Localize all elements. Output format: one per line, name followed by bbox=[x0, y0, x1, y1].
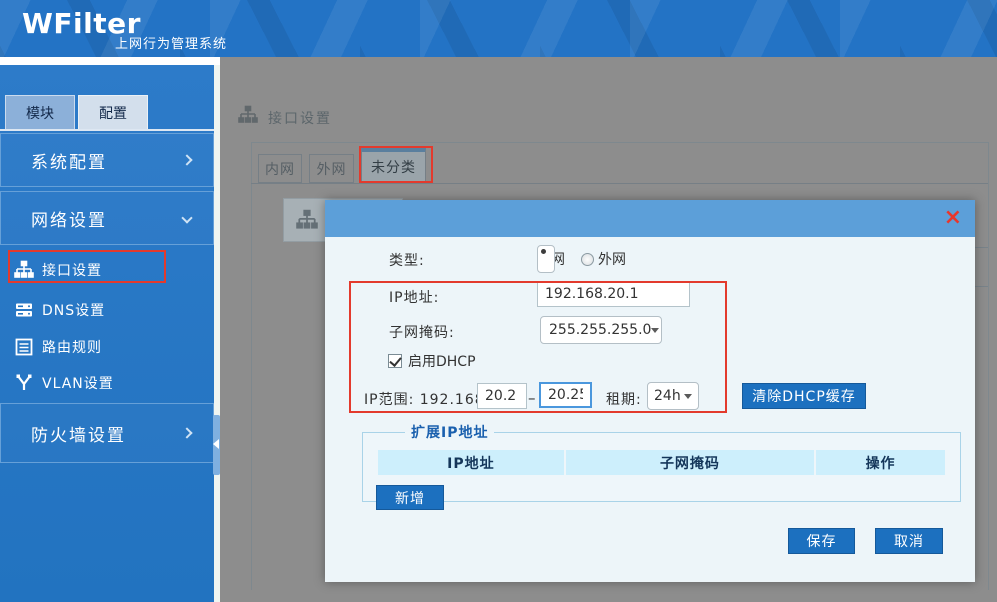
cancel-button[interactable]: 取消 bbox=[875, 528, 943, 554]
tab-lan[interactable]: 内网 bbox=[258, 154, 302, 183]
panel-border bbox=[988, 142, 989, 590]
interface-edit-dialog: × 类型: 内网 外网 IP地址: 子网掩码: 255.255.255.0 bbox=[325, 200, 975, 582]
enable-dhcp-checkbox[interactable]: 启用DHCP bbox=[388, 351, 476, 371]
sidebar-item-label: DNS设置 bbox=[42, 300, 105, 320]
sidebar-section-label: 系统配置 bbox=[31, 148, 107, 173]
sidebar-item-interface-settings[interactable]: 接口设置 bbox=[0, 253, 214, 286]
sidebar-item-label: 路由规则 bbox=[42, 337, 102, 357]
sidebar-item-routing-rules[interactable]: 路由规则 bbox=[0, 330, 214, 363]
ip-range-label: IP范围: 192.168. bbox=[364, 389, 490, 409]
tab-wan[interactable]: 外网 bbox=[309, 154, 354, 183]
radio-option-lan[interactable]: 内网 bbox=[537, 249, 565, 269]
ip-range-to-input[interactable] bbox=[539, 382, 592, 408]
sidebar-section-system[interactable]: 系统配置 bbox=[0, 133, 214, 187]
server-icon bbox=[14, 300, 34, 320]
sidebar: 模块 配置 系统配置 网络设置 接口设置 bbox=[0, 57, 220, 602]
type-label: 类型: bbox=[389, 250, 425, 270]
tab-unclassified[interactable]: 未分类 bbox=[361, 148, 426, 183]
panel-border bbox=[251, 142, 988, 143]
radio-label: 外网 bbox=[598, 249, 626, 269]
sidebar-tab-modules[interactable]: 模块 bbox=[5, 95, 75, 129]
column-ip: IP地址 bbox=[377, 449, 565, 476]
save-button[interactable]: 保存 bbox=[788, 528, 855, 554]
close-icon[interactable]: × bbox=[944, 204, 962, 232]
sidebar-section-network[interactable]: 网络设置 bbox=[0, 191, 214, 245]
mask-label: 子网掩码: bbox=[389, 322, 455, 342]
lease-label: 租期: bbox=[606, 389, 642, 409]
breadcrumb: 接口设置 bbox=[268, 108, 332, 128]
chevron-down-icon bbox=[181, 212, 192, 223]
lease-select[interactable]: 24h bbox=[647, 382, 699, 410]
ip-range-from-input[interactable] bbox=[477, 383, 527, 409]
radio-unselected-icon bbox=[581, 253, 594, 266]
sidebar-section-label: 防火墙设置 bbox=[31, 421, 126, 446]
radio-option-wan[interactable]: 外网 bbox=[581, 249, 626, 269]
extended-ip-legend: 扩展IP地址 bbox=[405, 422, 494, 442]
ip-label: IP地址: bbox=[389, 287, 439, 307]
column-actions: 操作 bbox=[815, 449, 946, 476]
sidebar-item-label: 接口设置 bbox=[42, 260, 102, 280]
chevron-right-icon bbox=[181, 154, 192, 165]
network-tree-icon bbox=[238, 105, 258, 125]
panel-border bbox=[251, 142, 252, 590]
subnet-mask-value: 255.255.255.0 bbox=[549, 322, 651, 338]
subnet-mask-select[interactable]: 255.255.255.0 bbox=[540, 316, 662, 344]
network-tree-icon bbox=[14, 260, 34, 280]
sidebar-tab-divider bbox=[0, 129, 214, 131]
clear-dhcp-cache-button[interactable]: 清除DHCP缓存 bbox=[742, 383, 866, 409]
ip-address-input[interactable] bbox=[537, 281, 690, 307]
sidebar-section-label: 网络设置 bbox=[31, 206, 107, 231]
type-radio-group: 内网 外网 bbox=[537, 249, 626, 269]
extended-ip-table: IP地址 子网掩码 操作 bbox=[376, 448, 947, 477]
sidebar-section-firewall[interactable]: 防火墙设置 bbox=[0, 403, 214, 463]
app-root: WFilter 上网行为管理系统 模块 配置 系统配置 网络设置 bbox=[0, 0, 997, 602]
dialog-body: 类型: 内网 外网 IP地址: 子网掩码: 255.255.255.0 bbox=[325, 237, 975, 582]
radio-selected-icon bbox=[537, 245, 555, 273]
network-tree-icon bbox=[296, 209, 318, 231]
add-button[interactable]: 新增 bbox=[376, 485, 444, 510]
list-icon bbox=[14, 337, 34, 357]
range-separator: – bbox=[528, 389, 536, 407]
dialog-header: × bbox=[325, 200, 975, 237]
caret-down-icon bbox=[651, 328, 659, 333]
sidebar-tab-strip: 模块 配置 bbox=[5, 95, 148, 129]
extended-ip-fieldset: 扩展IP地址 IP地址 子网掩码 操作 新增 bbox=[362, 422, 961, 502]
sidebar-collapse-handle[interactable] bbox=[213, 415, 220, 475]
brand-subtitle: 上网行为管理系统 bbox=[115, 33, 227, 52]
caret-down-icon bbox=[684, 394, 692, 399]
vlan-branch-icon bbox=[14, 373, 34, 393]
sidebar-tab-config[interactable]: 配置 bbox=[78, 95, 148, 129]
lease-value: 24h bbox=[654, 388, 681, 404]
table-header-row: IP地址 子网掩码 操作 bbox=[377, 449, 946, 476]
checkbox-checked-icon bbox=[388, 354, 402, 368]
tab-baseline bbox=[251, 183, 988, 184]
column-mask: 子网掩码 bbox=[565, 449, 815, 476]
sidebar-item-label: VLAN设置 bbox=[42, 373, 114, 393]
app-header: WFilter 上网行为管理系统 bbox=[0, 0, 997, 57]
sidebar-item-dns-settings[interactable]: DNS设置 bbox=[0, 293, 214, 326]
checkbox-label: 启用DHCP bbox=[408, 351, 476, 371]
sidebar-item-vlan-settings[interactable]: VLAN设置 bbox=[0, 366, 214, 399]
chevron-right-icon bbox=[181, 427, 192, 438]
